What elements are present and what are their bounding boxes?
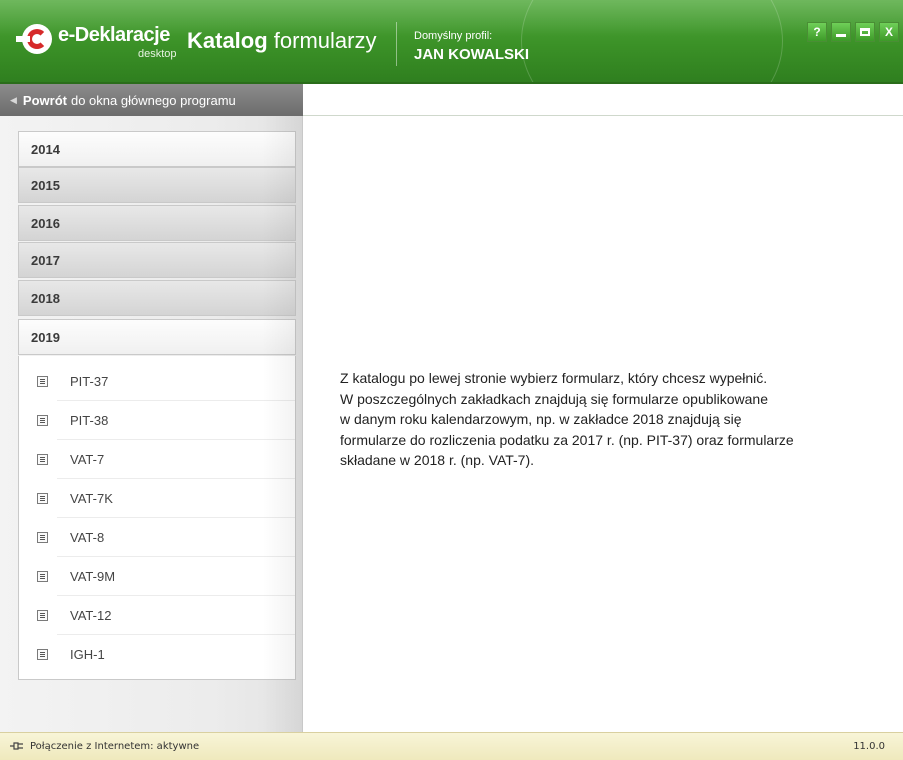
year-tab-2018[interactable]: 2018 <box>18 280 296 316</box>
document-icon <box>37 415 48 426</box>
maximize-icon <box>860 28 870 36</box>
title-bar: e-Deklaracje desktop Katalog formularzy … <box>0 0 903 84</box>
form-catalog-sidebar: 2014 2015 2016 2017 2018 2019 PIT-37 PIT… <box>0 116 303 732</box>
document-icon <box>37 532 48 543</box>
form-label: PIT-38 <box>70 413 109 428</box>
help-icon: ? <box>813 25 821 39</box>
status-bar: Połączenie z Internetem: aktywne 11.0.0 <box>0 732 903 760</box>
document-icon <box>37 454 48 465</box>
title-separator <box>396 22 397 66</box>
form-label: PIT-37 <box>70 374 109 389</box>
form-label: VAT-7K <box>70 491 113 506</box>
form-label: VAT-7 <box>70 452 105 467</box>
form-item-igh-1[interactable]: IGH-1 <box>19 635 295 674</box>
instructions-line: W poszczególnych zakładkach znajdują się… <box>340 390 769 407</box>
brand-name: e-Deklaracje <box>58 24 170 46</box>
document-icon <box>37 493 48 504</box>
form-label: IGH-1 <box>70 647 105 662</box>
app-version: 11.0.0 <box>853 741 885 752</box>
year-tab-2016[interactable]: 2016 <box>18 205 296 241</box>
instructions-line: formularze do rozliczenia podatku za 201… <box>340 431 794 448</box>
connection-plug-icon <box>10 742 23 750</box>
back-arrow-icon: ◀ <box>10 94 17 105</box>
maximize-button[interactable] <box>855 22 875 42</box>
profile-name: JAN KOWALSKI <box>414 46 530 63</box>
year-tab-2015[interactable]: 2015 <box>18 167 296 203</box>
minimize-button[interactable] <box>831 22 851 42</box>
window-title-bold: Katalog <box>187 28 268 53</box>
content-top-border <box>303 115 903 116</box>
close-icon: X <box>884 25 893 39</box>
form-item-vat-12[interactable]: VAT-12 <box>19 596 295 635</box>
document-icon <box>37 571 48 582</box>
profile-label: Domyślny profil: <box>414 30 493 42</box>
instructions-line: składane w 2018 r. (np. VAT-7). <box>340 452 535 468</box>
window-controls: ? X <box>807 22 899 42</box>
document-icon <box>37 649 48 660</box>
back-label-rest: do okna głównego programu <box>70 92 236 108</box>
window-title: Katalog formularzy <box>187 28 376 54</box>
document-icon <box>37 610 48 621</box>
form-item-vat-7[interactable]: VAT-7 <box>19 440 295 479</box>
minimize-icon <box>836 33 846 37</box>
form-label: VAT-8 <box>70 530 105 545</box>
form-list: PIT-37 PIT-38 VAT-7 VAT-7K VAT-8 VAT-9M <box>18 356 296 680</box>
form-item-vat-7k[interactable]: VAT-7K <box>19 479 295 518</box>
form-label: VAT-9M <box>70 569 116 584</box>
back-label-bold: Powrót <box>22 92 67 108</box>
document-icon <box>37 376 48 387</box>
back-to-main-window-button[interactable]: ◀ Powrót do okna głównego programu <box>0 84 303 116</box>
e-deklaracje-logo-icon <box>16 24 52 54</box>
form-item-pit-37[interactable]: PIT-37 <box>19 362 295 401</box>
title-bar-decoration <box>521 0 783 82</box>
close-button[interactable]: X <box>879 22 899 42</box>
window-title-rest: formularzy <box>267 28 377 53</box>
year-tab-2017[interactable]: 2017 <box>18 242 296 278</box>
form-item-vat-9m[interactable]: VAT-9M <box>19 557 295 596</box>
connection-status: Połączenie z Internetem: aktywne <box>30 741 200 752</box>
instructions-line: w danym roku kalendarzowym, np. w zakład… <box>340 411 742 427</box>
form-item-pit-38[interactable]: PIT-38 <box>19 401 295 440</box>
brand-subtitle: desktop <box>138 48 177 60</box>
form-item-vat-8[interactable]: VAT-8 <box>19 518 295 557</box>
instructions-line: Z katalogu po lewej stronie wybierz form… <box>340 370 768 386</box>
help-button[interactable]: ? <box>807 22 827 42</box>
form-label: VAT-12 <box>70 608 112 623</box>
year-tab-2014[interactable]: 2014 <box>18 131 296 167</box>
year-tab-2019[interactable]: 2019 <box>18 319 296 355</box>
instructions-text: Z katalogu po lewej stronie wybierz form… <box>340 368 885 471</box>
